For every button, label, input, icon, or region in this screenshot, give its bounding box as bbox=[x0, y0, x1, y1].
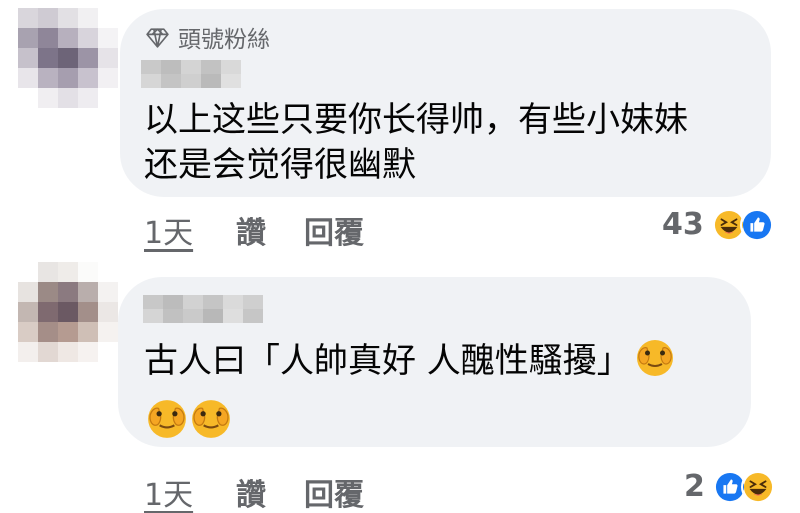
comment-text-line: 还是会觉得很幽默 bbox=[144, 145, 416, 185]
see-no-evil-face-icon bbox=[148, 400, 186, 438]
comment-actions: 1天 讚 回覆 bbox=[144, 470, 364, 513]
reply-button[interactable]: 回覆 bbox=[304, 470, 364, 513]
comment-text: 古人曰「人帥真好 人醜性騷擾」 bbox=[144, 341, 631, 381]
like-icon bbox=[739, 207, 774, 242]
reaction-count: 2 bbox=[684, 469, 705, 504]
reaction-summary[interactable]: 2 bbox=[684, 469, 775, 504]
timestamp-link[interactable]: 1天 bbox=[144, 208, 236, 252]
comment-actions: 1天 讚 回覆 bbox=[144, 208, 364, 252]
commenter-name[interactable] bbox=[143, 295, 263, 323]
like-button[interactable]: 讚 bbox=[236, 208, 304, 252]
reply-button[interactable]: 回覆 bbox=[304, 208, 364, 252]
diamond-icon bbox=[146, 27, 169, 48]
top-fan-badge: 頭號粉絲 bbox=[145, 22, 270, 53]
avatar[interactable] bbox=[18, 262, 118, 362]
emoji-line bbox=[146, 398, 232, 440]
timestamp-link[interactable]: 1天 bbox=[144, 470, 236, 513]
badge-label: 頭號粉絲 bbox=[178, 27, 270, 53]
haha-icon bbox=[740, 469, 775, 504]
see-no-evil-face-icon bbox=[636, 340, 673, 376]
comment-text-line: 古人曰「人帥真好 人醜性騷擾」 bbox=[144, 336, 675, 386]
commenter-name[interactable] bbox=[141, 60, 241, 88]
like-button[interactable]: 讚 bbox=[236, 470, 304, 513]
avatar[interactable] bbox=[18, 8, 118, 108]
see-no-evil-face-icon bbox=[192, 400, 230, 438]
reaction-summary[interactable]: 43 bbox=[662, 207, 774, 242]
comment-text-line: 以上这些只要你长得帅，有些小妹妹 bbox=[144, 100, 688, 140]
reaction-count: 43 bbox=[662, 207, 704, 242]
